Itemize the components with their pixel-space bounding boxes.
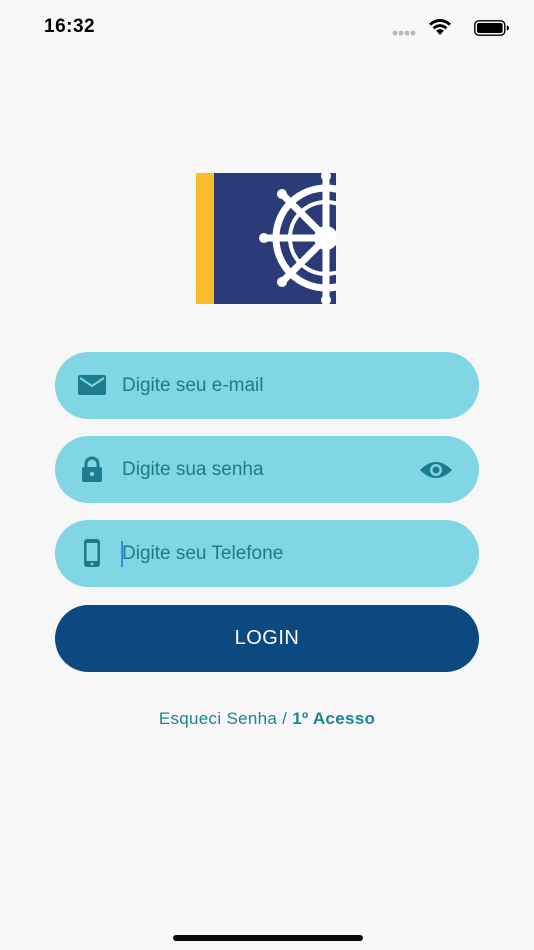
wifi-icon (429, 19, 451, 35)
status-bar: 16:32 (0, 0, 534, 56)
link-separator: / (277, 709, 293, 728)
password-input[interactable] (122, 436, 412, 503)
phone-field[interactable] (55, 520, 479, 587)
email-input[interactable] (122, 352, 412, 419)
signal-dots-icon (392, 30, 416, 36)
first-access-link[interactable]: 1º Acesso (292, 709, 375, 728)
password-field[interactable] (55, 436, 479, 503)
smartphone-icon (84, 539, 100, 567)
forgot-password-link[interactable]: Esqueci Senha (159, 709, 277, 728)
phone-input[interactable] (122, 520, 412, 587)
auth-links: Esqueci Senha / 1º Acesso (0, 709, 534, 729)
envelope-icon (78, 375, 106, 395)
home-indicator[interactable] (173, 935, 363, 941)
status-time: 16:32 (44, 16, 96, 37)
login-button[interactable]: LOGIN (55, 605, 479, 672)
eye-icon[interactable] (419, 458, 453, 482)
lock-icon (82, 456, 102, 482)
status-icons (380, 18, 510, 38)
email-field[interactable] (55, 352, 479, 419)
battery-icon (474, 20, 509, 36)
ship-wheel-logo (196, 173, 336, 304)
